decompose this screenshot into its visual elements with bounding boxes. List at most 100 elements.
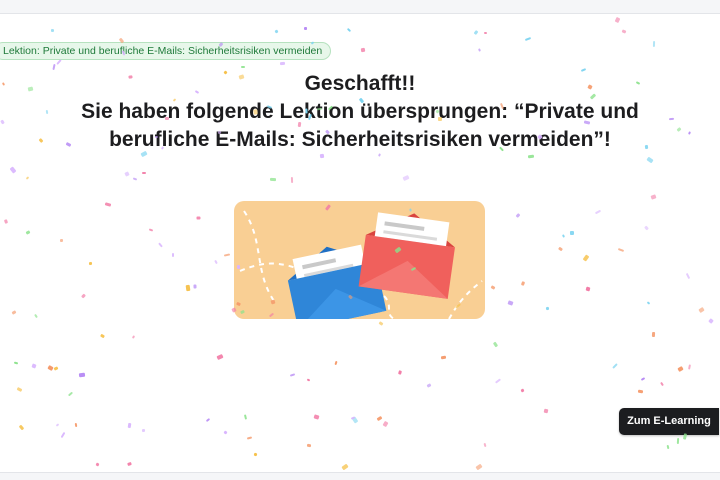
confetti-piece	[9, 166, 17, 174]
confetti-piece	[0, 119, 5, 125]
confetti-piece	[646, 156, 654, 164]
envelopes-icon	[234, 201, 485, 330]
confetti-piece	[440, 355, 447, 360]
confetti-piece	[483, 442, 487, 448]
confetti-piece	[67, 391, 74, 397]
confetti-piece	[34, 313, 38, 319]
confetti-piece	[246, 436, 253, 440]
confetti-piece	[351, 416, 359, 424]
confetti-piece	[378, 321, 384, 326]
confetti-piece	[585, 286, 591, 292]
headline-line-2: Sie haben folgende Lektion übersprungen:…	[81, 100, 639, 123]
top-bar	[0, 0, 720, 14]
confetti-piece	[132, 177, 138, 181]
confetti-piece	[240, 65, 246, 69]
confetti-piece	[127, 422, 132, 429]
confetti-piece	[561, 234, 566, 238]
confetti-piece	[382, 420, 389, 428]
confetti-piece	[11, 310, 17, 315]
confetti-piece	[148, 228, 154, 232]
confetti-piece	[78, 372, 86, 378]
confetti-piece	[520, 281, 526, 286]
lesson-chip-label: Lektion: Private und berufliche E-Mails:…	[3, 45, 323, 57]
confetti-piece	[346, 27, 352, 33]
confetti-piece	[495, 378, 501, 384]
confetti-piece	[350, 416, 356, 420]
confetti-piece	[13, 361, 19, 365]
confetti-piece	[306, 378, 311, 382]
confetti-piece	[483, 31, 488, 35]
confetti-piece	[360, 47, 366, 53]
confetti-piece	[158, 242, 163, 248]
confetti-piece	[492, 341, 499, 348]
confetti-piece	[644, 225, 649, 231]
confetti-piece	[16, 386, 23, 393]
confetti-piece	[100, 333, 105, 339]
confetti-piece	[660, 381, 664, 387]
confetti-piece	[290, 176, 294, 184]
bottom-bar	[0, 472, 720, 480]
confetti-piece	[196, 216, 201, 220]
confetti-piece	[698, 306, 705, 314]
confetti-piece	[614, 16, 621, 24]
confetti-piece	[53, 366, 59, 371]
confetti-piece	[274, 29, 279, 34]
confetti-piece	[507, 300, 514, 306]
confetti-piece	[223, 430, 228, 435]
confetti-piece	[676, 437, 680, 445]
confetti-piece	[341, 463, 349, 471]
confetti-piece	[545, 306, 550, 311]
confetti-piece	[650, 194, 657, 200]
confetti-piece	[95, 462, 100, 467]
confetti-piece	[402, 174, 410, 182]
confetti-piece	[3, 219, 9, 224]
confetti-piece	[524, 36, 532, 42]
confetti-piece	[520, 388, 525, 393]
confetti-piece	[81, 293, 86, 299]
confetti-piece	[621, 29, 627, 34]
confetti-piece	[55, 423, 60, 427]
go-to-elearning-label: Zum E-Learning	[627, 415, 711, 427]
confetti-piece	[1, 82, 6, 86]
confetti-piece	[708, 318, 714, 324]
confetti-piece	[666, 444, 670, 450]
confetti-piece	[640, 377, 646, 381]
confetti-piece	[74, 422, 78, 428]
confetti-piece	[543, 408, 549, 414]
confetti-piece	[426, 383, 432, 388]
confetti-piece	[50, 28, 55, 33]
confetti-piece	[205, 417, 211, 423]
confetti-piece	[25, 230, 31, 235]
confetti-piece	[475, 463, 483, 471]
confetti-piece	[253, 452, 258, 457]
envelopes-illustration	[234, 201, 485, 330]
completion-headline: Geschafft!! Sie haben folgende Lektion ü…	[40, 70, 680, 154]
confetti-piece	[515, 213, 521, 218]
confetti-piece	[31, 363, 37, 369]
confetti-piece	[243, 414, 248, 420]
confetti-piece	[677, 366, 684, 372]
confetti-piece	[127, 461, 132, 467]
headline-title: Geschafft!!	[304, 72, 416, 95]
confetti-piece	[490, 285, 496, 290]
confetti-piece	[104, 202, 112, 207]
confetti-piece	[688, 364, 691, 370]
confetti-piece	[47, 365, 54, 371]
confetti-piece	[223, 253, 231, 257]
confetti-piece	[88, 261, 93, 266]
go-to-elearning-button[interactable]: Zum E-Learning	[619, 408, 719, 435]
confetti-piece	[131, 335, 136, 339]
confetti-piece	[612, 363, 618, 369]
confetti-piece	[60, 431, 66, 439]
confetti-piece	[646, 301, 651, 305]
confetti-piece	[289, 373, 296, 377]
confetti-piece	[652, 40, 656, 48]
confetti-piece	[124, 171, 130, 177]
confetti-piece	[685, 272, 691, 280]
confetti-piece	[59, 238, 64, 243]
confetti-piece	[269, 177, 277, 182]
confetti-piece	[594, 209, 602, 215]
confetti-piece	[398, 370, 402, 375]
confetti-piece	[18, 424, 25, 431]
confetti-piece	[687, 131, 692, 135]
